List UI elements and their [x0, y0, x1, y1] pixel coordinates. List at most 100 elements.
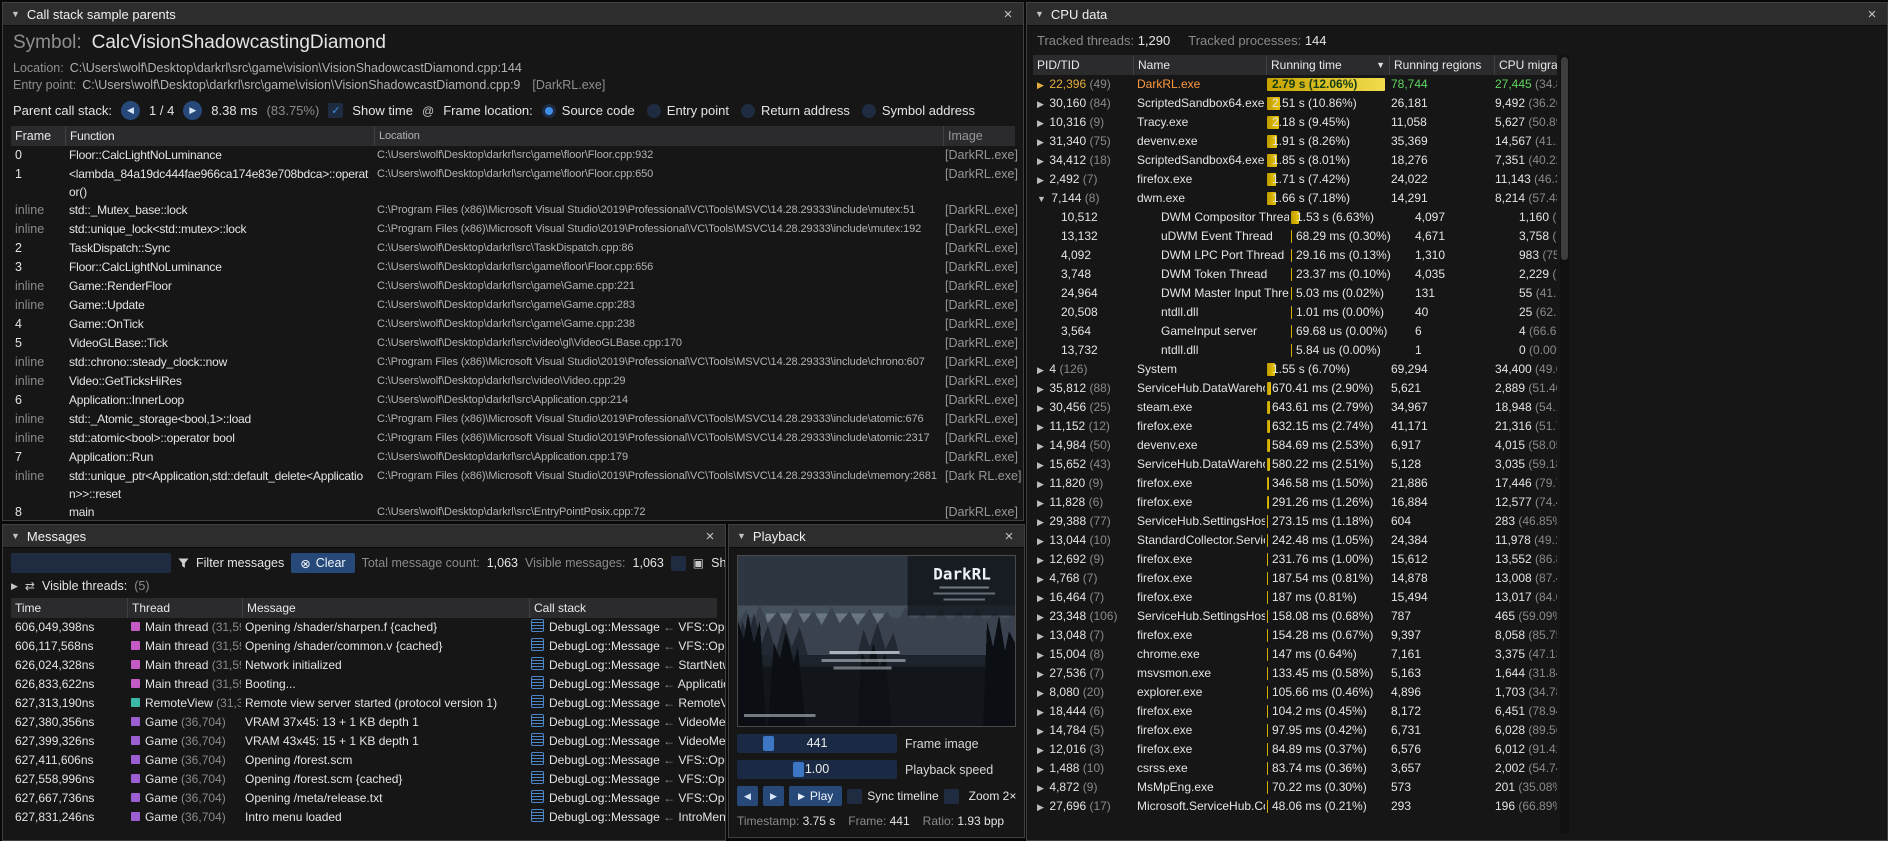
message-row[interactable]: 627,411,606nsGame (36,704)Opening /fores… — [11, 751, 717, 770]
expander-icon[interactable]: ▶ — [1037, 555, 1046, 565]
callstack-row[interactable]: 3Floor::CalcLightNoLuminanceC:\Users\wol… — [11, 258, 1015, 277]
cpu-scrollbar-thumb[interactable] — [1561, 57, 1568, 260]
show-time-checkbox[interactable]: ✓ — [328, 103, 343, 118]
frame-location-radio[interactable]: Entry point — [647, 103, 729, 118]
cpu-process-row[interactable]: 3,564GameInput server69.68 us (0.00%)64 … — [1033, 322, 1557, 341]
cpu-process-row[interactable]: ▶ 14,984 (50)devenv.exe584.69 ms (2.53%)… — [1033, 436, 1557, 455]
message-row[interactable]: 606,049,398nsMain thread (31,596)Opening… — [11, 618, 717, 637]
cpu-process-row[interactable]: ▶ 27,536 (7)msvsmon.exe133.45 ms (0.58%)… — [1033, 664, 1557, 683]
expander-icon[interactable]: ▶ — [1037, 460, 1046, 470]
cpu-process-row[interactable]: 24,964DWM Master Input Thread5.03 ms (0.… — [1033, 284, 1557, 303]
message-callstack[interactable]: DebugLog::Message ← VFS::Open — [527, 789, 726, 808]
column-header[interactable]: Frame — [11, 126, 66, 146]
collapse-arrow-icon[interactable]: ▼ — [11, 9, 20, 19]
message-row[interactable]: 627,399,326nsGame (36,704)VRAM 43x45: 15… — [11, 732, 717, 751]
callstack-titlebar[interactable]: ▼ Call stack sample parents × — [3, 3, 1023, 26]
column-header[interactable]: Image — [944, 126, 1024, 146]
column-header[interactable]: Function — [66, 126, 375, 146]
callstack-row[interactable]: 6Application::InnerLoopC:\Users\wolf\Des… — [11, 391, 1015, 410]
cpu-process-row[interactable]: 13,732ntdll.dll5.84 us (0.00%)10 (0.00%) — [1033, 341, 1557, 360]
message-callstack[interactable]: DebugLog::Message ← VideoMemo — [527, 732, 726, 751]
message-row[interactable]: 627,380,356nsGame (36,704)VRAM 37x45: 13… — [11, 713, 717, 732]
cpu-process-row[interactable]: ▶ 10,316 (9)Tracy.exe2.18 s (9.45%)11,05… — [1033, 113, 1557, 132]
callstack-row[interactable]: inlinestd::atomic<bool>::operator boolC:… — [11, 429, 1015, 448]
cpu-process-row[interactable]: ▶ 11,820 (9)firefox.exe346.58 ms (1.50%)… — [1033, 474, 1557, 493]
callstack-row[interactable]: 7Application::RunC:\Users\wolf\Desktop\d… — [11, 448, 1015, 467]
callstack-row[interactable]: inlineGame::UpdateC:\Users\wolf\Desktop\… — [11, 296, 1015, 315]
column-header[interactable]: Name — [1134, 55, 1267, 75]
message-callstack[interactable]: DebugLog::Message ← VFS::Open — [527, 618, 726, 637]
expander-icon[interactable]: ▶ — [1037, 650, 1046, 660]
message-row[interactable]: 627,831,246nsGame (36,704)Intro menu loa… — [11, 808, 717, 827]
expander-icon[interactable]: ▶ — [1037, 631, 1046, 641]
next-callstack-button[interactable]: ▶ — [183, 101, 202, 120]
cpu-process-row[interactable]: ▶ 35,812 (88)ServiceHub.DataWarehouse670… — [1033, 379, 1557, 398]
close-icon[interactable]: × — [1002, 529, 1016, 544]
cpu-process-row[interactable]: ▶ 14,784 (5)firefox.exe97.95 ms (0.42%)6… — [1033, 721, 1557, 740]
playback-titlebar[interactable]: ▼ Playback × — [729, 525, 1024, 548]
filter-input[interactable] — [11, 553, 171, 573]
expander-icon[interactable]: ▶ — [1037, 783, 1046, 793]
message-callstack[interactable]: DebugLog::Message ← VFS::Open — [527, 770, 726, 789]
callstack-row[interactable]: 0Floor::CalcLightNoLuminanceC:\Users\wol… — [11, 146, 1015, 165]
frame-image-slider[interactable]: 441 — [737, 734, 897, 753]
column-header[interactable]: Running regions — [1390, 55, 1495, 75]
message-row[interactable]: 626,024,328nsMain thread (31,596)Network… — [11, 656, 717, 675]
cpu-process-row[interactable]: 20,508ntdll.dll1.01 ms (0.00%)4025 (62.5… — [1033, 303, 1557, 322]
message-callstack[interactable]: DebugLog::Message ← VFS::Open — [527, 751, 726, 770]
column-header[interactable]: Thread — [128, 598, 243, 618]
callstack-row[interactable]: inlinestd::unique_ptr<Application,std::d… — [11, 467, 1015, 503]
message-row[interactable]: 627,313,190nsRemoteView (31,392)Remote v… — [11, 694, 717, 713]
step-back-button[interactable]: ◀ — [737, 786, 758, 806]
play-button[interactable]: ▶Play — [789, 786, 842, 806]
expander-icon[interactable]: ▶ — [1037, 137, 1046, 147]
cpu-process-row[interactable]: ▶ 31,340 (75)devenv.exe1.91 s (8.26%)35,… — [1033, 132, 1557, 151]
cpu-process-row[interactable]: ▶ 34,412 (18)ScriptedSandbox64.exe1.85 s… — [1033, 151, 1557, 170]
cpu-scrollbar[interactable] — [1560, 55, 1569, 834]
cpu-process-row[interactable]: ▶ 23,348 (106)ServiceHub.SettingsHost158… — [1033, 607, 1557, 626]
cpu-process-row[interactable]: ▶ 29,388 (77)ServiceHub.SettingsHost273.… — [1033, 512, 1557, 531]
cpu-process-row[interactable]: ▶ 15,004 (8)chrome.exe147 ms (0.64%)7,16… — [1033, 645, 1557, 664]
cpu-titlebar[interactable]: ▼ CPU data × — [1027, 3, 1887, 26]
expander-icon[interactable]: ▶ — [1037, 479, 1046, 489]
cpu-process-row[interactable]: ▶ 1,488 (10)csrss.exe83.74 ms (0.36%)3,6… — [1033, 759, 1557, 778]
message-callstack[interactable]: DebugLog::Message ← Application: — [527, 675, 726, 694]
expander-icon[interactable]: ▶ — [1037, 517, 1046, 527]
messages-titlebar[interactable]: ▼ Messages × — [3, 525, 725, 548]
expander-icon[interactable]: ▶ — [1037, 422, 1046, 432]
message-callstack[interactable]: DebugLog::Message ← RemoteViev — [527, 694, 726, 713]
frame-location-radio[interactable]: Symbol address — [862, 103, 975, 118]
expander-icon[interactable]: ▶ — [1037, 593, 1046, 603]
expander-icon[interactable]: ▶ — [1037, 707, 1046, 717]
radio-circle-icon[interactable] — [862, 104, 876, 118]
callstack-row[interactable]: 2TaskDispatch::SyncC:\Users\wolf\Desktop… — [11, 239, 1015, 258]
column-header[interactable]: Time — [11, 598, 128, 618]
callstack-row[interactable]: inlineVideo::GetTicksHiResC:\Users\wolf\… — [11, 372, 1015, 391]
expander-icon[interactable]: ▶ — [1037, 498, 1046, 508]
cpu-process-row[interactable]: ▶ 18,444 (6)firefox.exe104.2 ms (0.45%)8… — [1033, 702, 1557, 721]
cpu-process-row[interactable]: ▶ 12,692 (9)firefox.exe231.76 ms (1.00%)… — [1033, 550, 1557, 569]
message-row[interactable]: 626,833,622nsMain thread (31,596)Booting… — [11, 675, 717, 694]
callstack-row[interactable]: inlinestd::unique_lock<std::mutex>::lock… — [11, 220, 1015, 239]
expander-icon[interactable]: ▶ — [1037, 669, 1046, 679]
column-header[interactable]: Call stack — [530, 598, 726, 618]
cpu-process-row[interactable]: ▶ 22,396 (49)DarkRL.exe2.79 s (12.06%)78… — [1033, 75, 1557, 94]
cpu-process-row[interactable]: ▶ 15,652 (43)ServiceHub.DataWarehouse580… — [1033, 455, 1557, 474]
cpu-process-row[interactable]: ▶ 13,048 (7)firefox.exe154.28 ms (0.67%)… — [1033, 626, 1557, 645]
step-forward-button[interactable]: ▶ — [763, 786, 784, 806]
cpu-process-row[interactable]: 13,132uDWM Event Thread68.29 ms (0.30%)4… — [1033, 227, 1557, 246]
expander-icon[interactable]: ▶ — [1037, 441, 1046, 451]
column-header[interactable]: Message — [243, 598, 530, 618]
expander-icon[interactable]: ▶ — [1037, 536, 1046, 546]
cpu-process-row[interactable]: ▶ 11,152 (12)firefox.exe632.15 ms (2.74%… — [1033, 417, 1557, 436]
expander-icon[interactable]: ▶ — [1037, 156, 1046, 166]
column-header[interactable]: PID/TID — [1033, 55, 1134, 75]
cpu-process-row[interactable]: ▶ 4 (126)System1.55 s (6.70%)69,29434,40… — [1033, 360, 1557, 379]
collapse-arrow-icon[interactable]: ▼ — [737, 531, 746, 541]
callstack-row[interactable]: 4Game::OnTickC:\Users\wolf\Desktop\darkr… — [11, 315, 1015, 334]
message-callstack[interactable]: DebugLog::Message ← VFS::Open — [527, 637, 726, 656]
close-icon[interactable]: × — [1001, 7, 1015, 22]
cpu-process-row[interactable]: ▼ 7,144 (8)dwm.exe1.66 s (7.18%)14,2918,… — [1033, 189, 1557, 208]
expander-icon[interactable]: ▶ — [1037, 80, 1046, 90]
expander-icon[interactable]: ▶ — [1037, 802, 1046, 812]
